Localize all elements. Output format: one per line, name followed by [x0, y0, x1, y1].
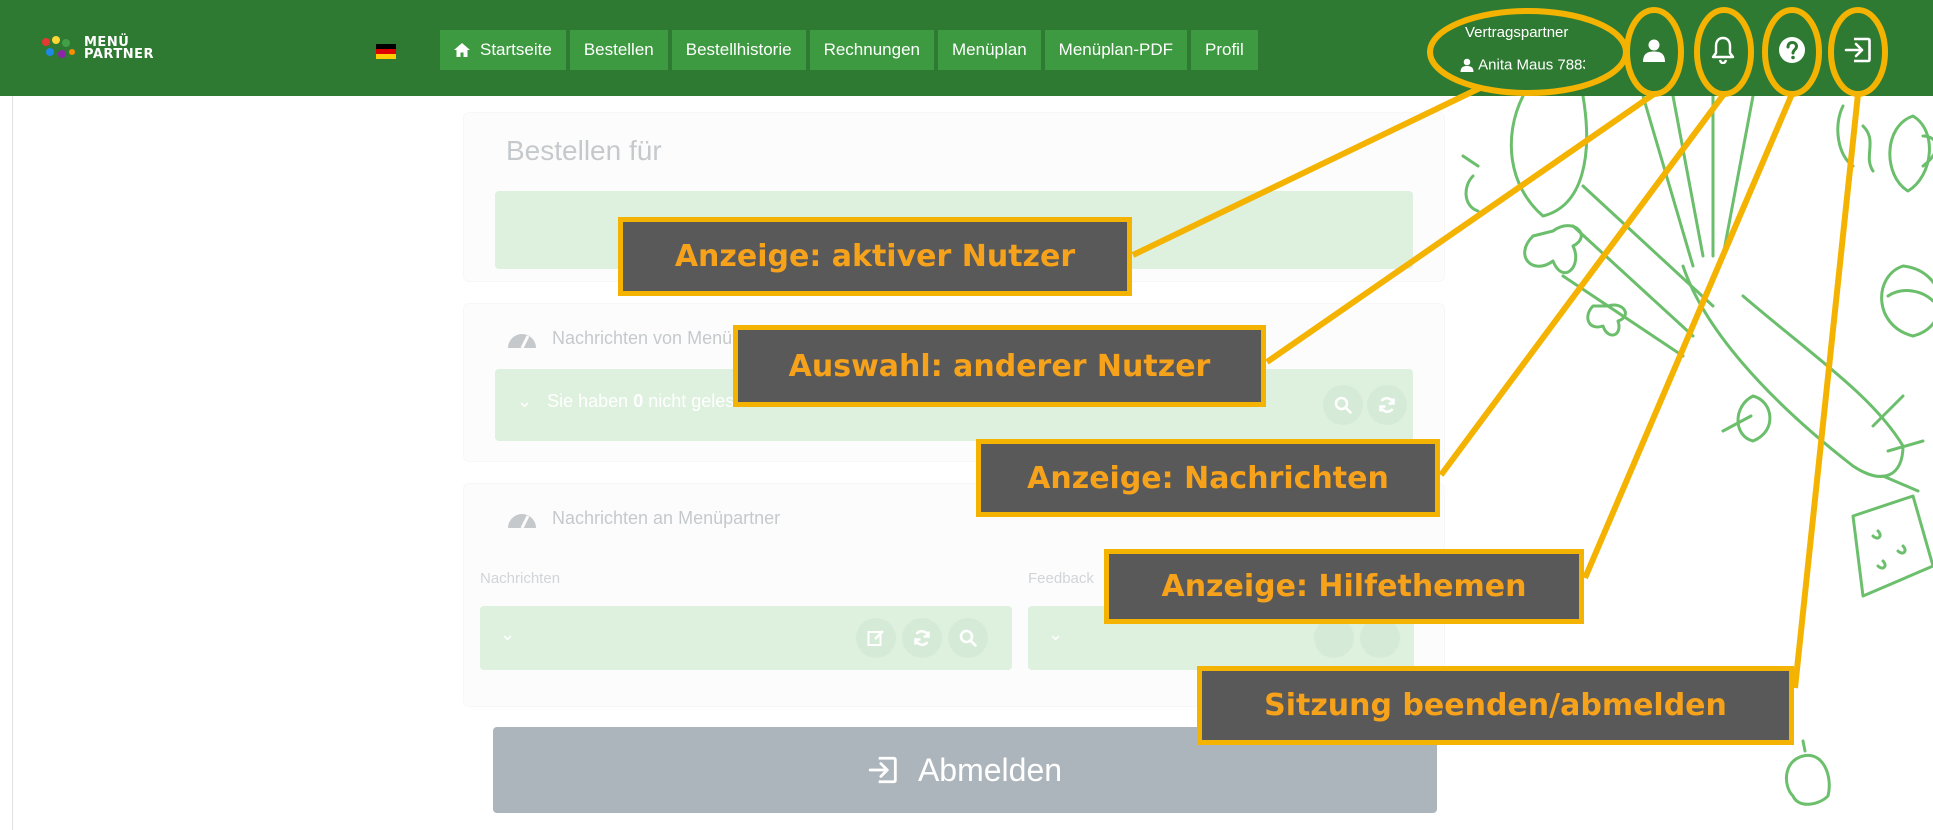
search-icon [959, 629, 977, 647]
messages-label: Nachrichten [480, 570, 561, 587]
main-nav: Startseite Bestellen Bestellhistorie Rec… [440, 30, 1258, 70]
content-left-border [12, 96, 13, 830]
callout-active-user: Anzeige: aktiver Nutzer [618, 217, 1132, 296]
nav-rechnungen-label: Rechnungen [823, 40, 920, 59]
nav-menuplan-pdf[interactable]: Menüplan-PDF [1044, 30, 1187, 70]
nav-menuplan-pdf-label: Menüplan-PDF [1058, 40, 1173, 59]
nav-startseite-label: Startseite [480, 40, 552, 59]
search-button[interactable] [948, 618, 988, 658]
nav-menuplan[interactable]: Menüplan [938, 30, 1041, 70]
nav-menuplan-label: Menüplan [952, 40, 1027, 59]
dashboard-icon [506, 506, 538, 530]
refresh-icon [914, 630, 930, 646]
callout-end-session: Sitzung beenden/abmelden [1197, 666, 1794, 745]
logout-icon[interactable] [1838, 30, 1878, 70]
feedback-refresh-button[interactable] [1314, 618, 1354, 658]
account-role: Vertragspartner [1465, 24, 1569, 41]
compose-message-button[interactable] [856, 618, 896, 658]
search-messages-button[interactable] [1323, 385, 1363, 425]
edit-icon [867, 630, 884, 646]
nav-profil-label: Profil [1205, 40, 1244, 59]
active-user-name: Anita Maus 78833 [1478, 56, 1585, 74]
nav-bestellen[interactable]: Bestellen [569, 30, 668, 70]
active-user-display: Anita Maus 78833 [1460, 56, 1585, 74]
logo-icon [42, 36, 75, 58]
home-icon [454, 43, 470, 57]
feedback-search-button[interactable] [1360, 618, 1400, 658]
nav-rechnungen[interactable]: Rechnungen [809, 30, 934, 70]
logout-icon [868, 755, 898, 785]
nav-profil[interactable]: Profil [1191, 30, 1258, 70]
nav-bestellhistorie-label: Bestellhistorie [685, 40, 792, 59]
order-panel-title: Bestellen für [506, 135, 662, 166]
unread-count: 0 [633, 391, 644, 411]
status-prefix: Sie haben [547, 391, 629, 411]
refresh-messages-button[interactable] [1367, 385, 1407, 425]
messages-select[interactable]: ⌄ [480, 606, 1012, 670]
german-flag-icon[interactable] [376, 44, 396, 59]
top-navbar: MENÜ PARTNER Startseite Bestellen Bestel… [0, 0, 1933, 96]
callout-messages: Anzeige: Nachrichten [976, 439, 1440, 517]
dashboard-icon [506, 326, 538, 350]
menupartner-logo[interactable]: MENÜ PARTNER [36, 34, 154, 64]
feedback-label: Feedback [1028, 570, 1094, 587]
chevron-down-icon: ⌄ [500, 624, 516, 644]
bell-icon[interactable] [1703, 30, 1743, 70]
nav-bestellen-label: Bestellen [583, 40, 654, 59]
refresh-icon [1379, 397, 1395, 413]
callout-switch-user: Auswahl: anderer Nutzer [733, 325, 1266, 407]
chevron-down-icon: ⌄ [1048, 624, 1064, 644]
callout-help: Anzeige: Hilfethemen [1104, 549, 1584, 624]
messages-to-header: Nachrichten an Menüpartner [506, 506, 780, 530]
logo-line-2: PARTNER [84, 47, 154, 62]
help-icon[interactable] [1772, 30, 1812, 70]
search-icon [1334, 396, 1352, 414]
user-icon[interactable] [1634, 30, 1674, 70]
messages-to-title: Nachrichten an Menüpartner [552, 507, 781, 528]
refresh-button[interactable] [902, 618, 942, 658]
user-small-icon [1460, 58, 1474, 73]
abmelden-label: Abmelden [917, 751, 1063, 788]
nav-startseite[interactable]: Startseite [440, 30, 566, 70]
chevron-down-icon: ⌄ [517, 391, 533, 411]
nav-bestellhistorie[interactable]: Bestellhistorie [671, 30, 806, 70]
